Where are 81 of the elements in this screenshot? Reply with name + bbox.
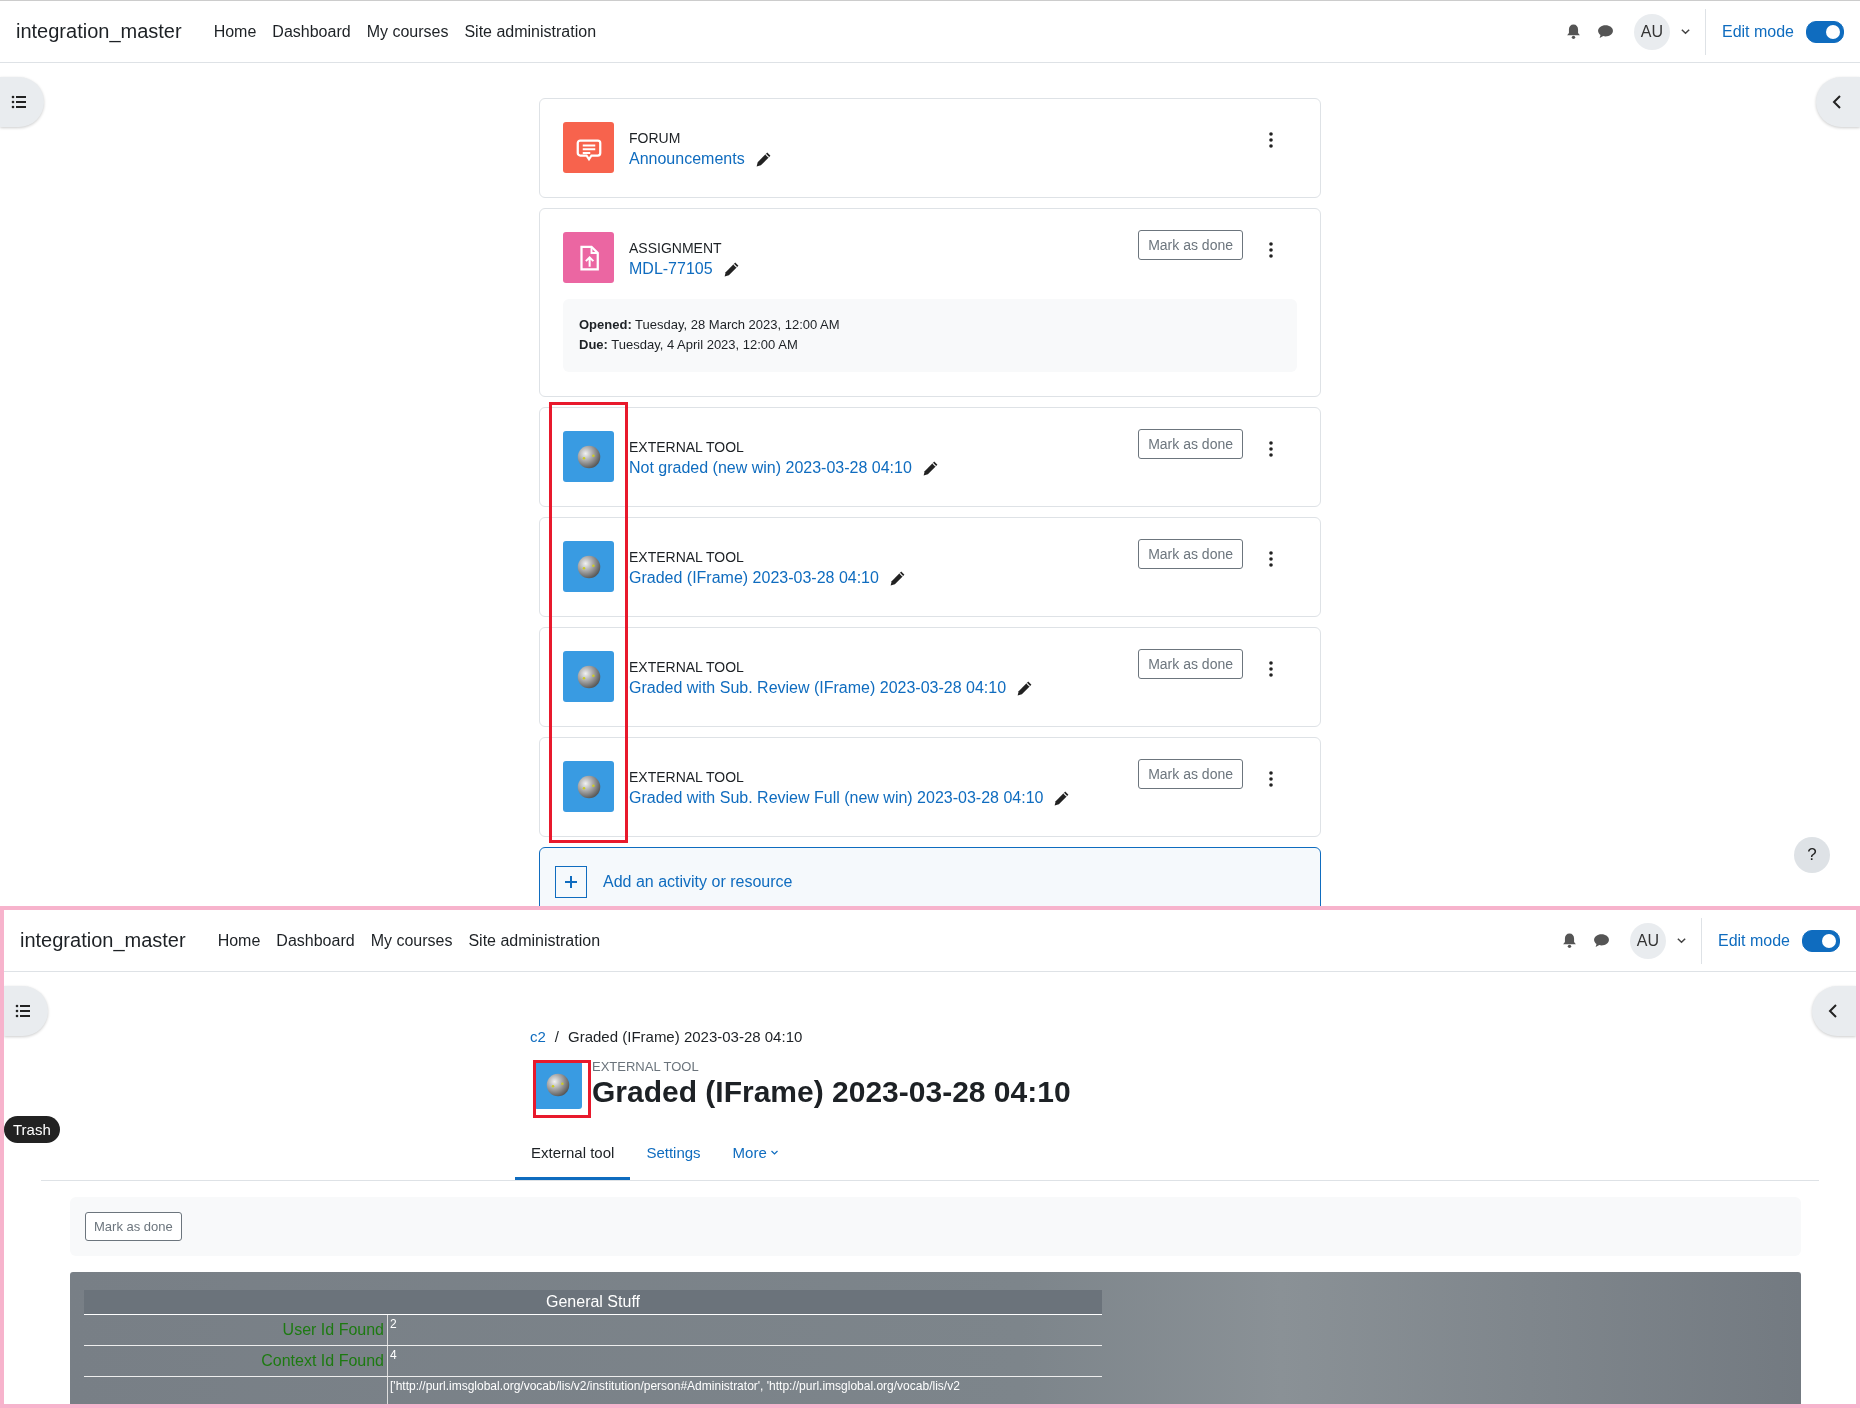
- edit-mode-label: Edit mode: [1721, 22, 1794, 41]
- tooltip: Trash: [4, 1116, 60, 1143]
- mark-as-done-button[interactable]: Mark as done: [1138, 759, 1243, 789]
- activity-icon[interactable]: [563, 651, 614, 702]
- table-cell-text: User Id Found: [281, 1320, 385, 1340]
- activity-type: ASSIGNMENT: [629, 240, 723, 256]
- activity-link[interactable]: Announcements: [629, 150, 745, 168]
- plus-icon: [555, 866, 587, 898]
- mark-as-done-button[interactable]: Mark as done: [85, 1212, 182, 1241]
- page-title: Graded (IFrame) 2023-03-28 04:10: [592, 1074, 1071, 1110]
- nav-link[interactable]: Site administration: [468, 931, 601, 950]
- activity-type: FORUM: [629, 130, 682, 146]
- activity-icon[interactable]: [563, 122, 614, 173]
- pencil-icon[interactable]: [722, 260, 740, 278]
- table-cell: 4: [387, 1346, 397, 1376]
- chat-bubble-icon[interactable]: [1592, 932, 1610, 949]
- activity-link[interactable]: MDL-77105: [629, 260, 713, 278]
- tab[interactable]: External tool: [515, 1132, 631, 1180]
- help-button[interactable]: ?: [1794, 837, 1830, 873]
- activity-icon[interactable]: [563, 431, 614, 482]
- edit-mode-label: Edit mode: [1717, 931, 1790, 950]
- pencil-icon[interactable]: [888, 569, 906, 587]
- kebab-icon: [1269, 441, 1273, 457]
- mark-as-done-button[interactable]: Mark as done: [1138, 230, 1243, 260]
- chevron-down-icon: [769, 1148, 779, 1157]
- activity-type: EXTERNAL TOOL: [629, 769, 745, 785]
- pencil-icon[interactable]: [921, 459, 939, 477]
- kebab-icon: [1269, 771, 1273, 787]
- breadcrumb-link[interactable]: c2: [530, 1028, 546, 1045]
- user-avatar[interactable]: AU: [1629, 922, 1666, 959]
- site-name[interactable]: integration_master: [20, 929, 186, 952]
- pencil-icon[interactable]: [1016, 679, 1034, 697]
- tab[interactable]: Settings: [630, 1132, 717, 1180]
- activity-type: EXTERNAL TOOL: [629, 659, 745, 675]
- activity-type: EXTERNAL TOOL: [592, 1059, 700, 1074]
- activity-icon[interactable]: [563, 761, 614, 812]
- list-icon: [15, 1003, 31, 1019]
- activity-link[interactable]: Graded (IFrame) 2023-03-28 04:10: [629, 569, 879, 587]
- pencil-icon[interactable]: [1053, 789, 1071, 807]
- chat-bubble-icon[interactable]: [1596, 23, 1614, 40]
- course-index-button[interactable]: [4, 986, 48, 1036]
- nav-link[interactable]: Dashboard: [272, 22, 351, 41]
- add-activity-button[interactable]: Add an activity or resource: [539, 847, 1321, 906]
- nav-link[interactable]: My courses: [366, 22, 449, 41]
- mark-as-done-button[interactable]: Mark as done: [1138, 539, 1243, 569]
- site-name[interactable]: integration_master: [16, 20, 182, 43]
- nav-link[interactable]: Site administration: [464, 22, 597, 41]
- edit-mode-toggle[interactable]: [1806, 20, 1844, 43]
- activity-icon[interactable]: [563, 232, 614, 283]
- kebab-icon: [1269, 242, 1273, 258]
- nav-link[interactable]: Home: [217, 931, 261, 950]
- nav-link[interactable]: My courses: [370, 931, 453, 950]
- kebab-icon: [1269, 132, 1273, 148]
- table-cell-text: Context Id Found: [260, 1351, 385, 1371]
- mark-as-done-button[interactable]: Mark as done: [1138, 649, 1243, 679]
- table-cell: 2: [387, 1315, 397, 1345]
- user-avatar[interactable]: AU: [1633, 13, 1670, 50]
- edit-mode-toggle[interactable]: [1802, 929, 1840, 952]
- activity-type: EXTERNAL TOOL: [629, 439, 745, 455]
- breadcrumb-current: Graded (IFrame) 2023-03-28 04:10: [568, 1028, 803, 1045]
- date-text: Opened: Tuesday, 28 March 2023, 12:00 AM: [579, 316, 841, 334]
- list-icon: [11, 94, 27, 110]
- breadcrumb-separator: /: [554, 1028, 559, 1045]
- chevron-down-icon[interactable]: [1675, 935, 1687, 946]
- pencil-icon[interactable]: [754, 150, 772, 168]
- nav-link[interactable]: Dashboard: [276, 931, 355, 950]
- activity-link[interactable]: Not graded (new win) 2023-03-28 04:10: [629, 459, 912, 477]
- activity-type: EXTERNAL TOOL: [629, 549, 745, 565]
- course-index-button[interactable]: [0, 77, 44, 127]
- table-header: General Stuff: [84, 1290, 1102, 1315]
- kebab-icon: [1269, 661, 1273, 677]
- table-cell: ['http://purl.imsglobal.org/vocab/lis/v2/institution/person#Administrator', 'http://purl.imsglobal.org/vocab/lis/v2: [387, 1377, 960, 1404]
- chevron-down-icon[interactable]: [1679, 26, 1691, 37]
- mark-as-done-button[interactable]: Mark as done: [1138, 429, 1243, 459]
- kebab-icon: [1269, 551, 1273, 567]
- date-text: Due: Tuesday, 4 April 2023, 12:00 AM: [579, 336, 799, 354]
- tab[interactable]: More: [716, 1132, 795, 1180]
- activity-icon[interactable]: [563, 541, 614, 592]
- nav-link[interactable]: Home: [213, 22, 257, 41]
- activity-link[interactable]: Graded with Sub. Review (IFrame) 2023-03-28 04:10: [629, 679, 1007, 697]
- activity-link[interactable]: Graded with Sub. Review Full (new win) 2023-03-28 04:10: [629, 789, 1044, 807]
